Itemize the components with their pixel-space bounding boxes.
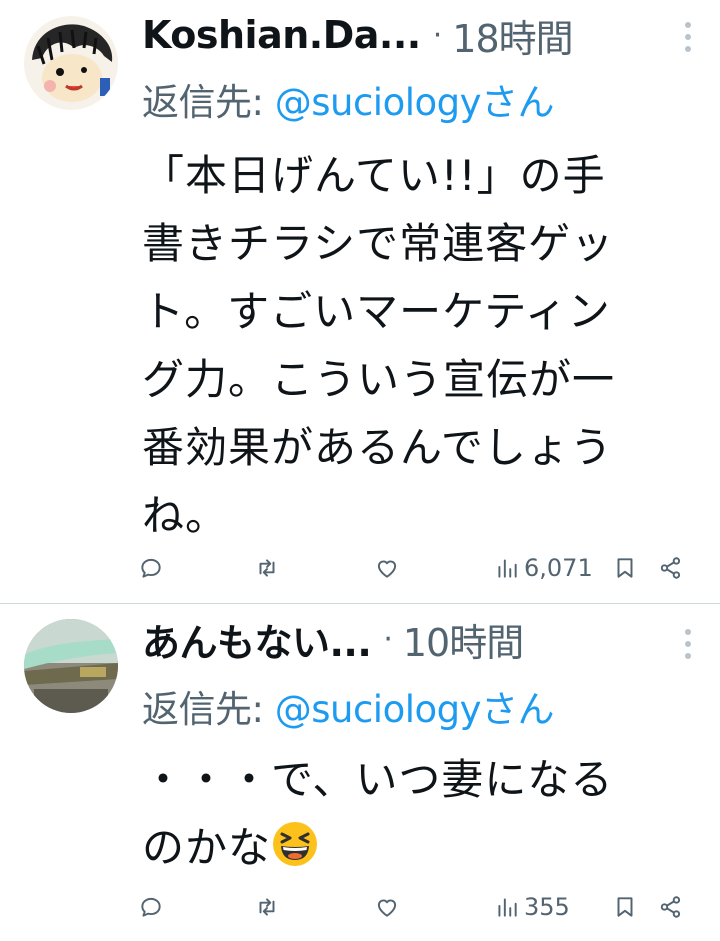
reply-handle-link[interactable]: @suciologyさん xyxy=(275,81,555,124)
retweet-button[interactable] xyxy=(254,887,280,927)
bookmark-icon xyxy=(617,897,633,917)
reply-prefix: 返信先: xyxy=(142,81,275,124)
tweet[interactable]: Koshian.Da... · 18時間 返信先: @suciologyさん 「… xyxy=(0,0,720,604)
action-bar: 355 xyxy=(136,887,696,927)
text-line: ね。 xyxy=(142,491,229,540)
share-button[interactable] xyxy=(658,548,684,588)
tweet-header: あんもない... · 10時間 xyxy=(142,616,720,665)
like-button[interactable] xyxy=(374,548,400,588)
share-button[interactable] xyxy=(658,887,684,927)
tweet-text: 「本日げんてい!!」の手 書きチラシで常連客ゲッ ト。すごいマーケティン グ力。… xyxy=(142,142,682,550)
text-line: 番効果があるんでしょう xyxy=(142,423,613,472)
text-line-content: のかな xyxy=(142,823,272,872)
views-icon xyxy=(498,898,517,917)
retweet-icon xyxy=(259,898,275,916)
more-icon[interactable] xyxy=(684,22,692,52)
timestamp[interactable]: 18時間 xyxy=(452,8,573,63)
like-icon xyxy=(377,899,397,917)
retweet-icon xyxy=(259,559,275,577)
views-button[interactable]: 355 xyxy=(494,887,570,927)
avatar-image xyxy=(24,16,118,110)
retweet-button[interactable] xyxy=(254,548,280,588)
bookmark-icon xyxy=(617,558,633,578)
views-button[interactable]: 6,071 xyxy=(494,548,593,588)
views-icon xyxy=(498,559,517,578)
action-bar: 6,071 xyxy=(136,548,696,588)
separator-dot: · xyxy=(432,17,443,53)
reply-button[interactable] xyxy=(138,887,164,927)
bookmark-button[interactable] xyxy=(612,548,638,588)
reply-context: 返信先: @suciologyさん xyxy=(142,72,555,124)
text-line: のかな xyxy=(142,814,682,882)
tweet[interactable]: あんもない... · 10時間 返信先: @suciologyさん ・・・で、い… xyxy=(0,604,720,941)
grinning-squinting-face-icon xyxy=(273,822,318,866)
reply-button[interactable] xyxy=(138,548,164,588)
share-icon xyxy=(660,557,681,579)
avatar[interactable] xyxy=(24,16,118,110)
tweet-text: ・・・で、いつ妻になる のかな xyxy=(142,746,682,882)
like-icon xyxy=(377,560,397,578)
bookmark-button[interactable] xyxy=(612,887,638,927)
reply-icon xyxy=(141,558,161,578)
text-line: 「本日げんてい!!」の手 xyxy=(142,151,606,200)
reply-icon xyxy=(141,897,161,917)
reply-context: 返信先: @suciologyさん xyxy=(142,679,555,731)
timestamp[interactable]: 10時間 xyxy=(403,612,524,667)
text-line: ・・・で、いつ妻になる xyxy=(142,755,614,804)
tweet-header: Koshian.Da... · 18時間 xyxy=(142,12,720,61)
more-icon[interactable] xyxy=(684,629,692,659)
author-name[interactable]: あんもない... xyxy=(142,612,372,667)
avatar[interactable] xyxy=(24,619,118,713)
reply-prefix: 返信先: xyxy=(142,688,275,731)
author-name[interactable]: Koshian.Da... xyxy=(142,13,421,57)
separator-dot: · xyxy=(383,621,393,657)
text-line: ト。すごいマーケティン xyxy=(142,287,611,336)
reply-handle-link[interactable]: @suciologyさん xyxy=(275,688,555,731)
share-icon xyxy=(660,896,681,918)
views-count: 355 xyxy=(524,893,570,921)
views-count: 6,071 xyxy=(524,554,593,582)
avatar-image xyxy=(24,619,118,713)
text-line: グ力。こういう宣伝が一 xyxy=(142,355,616,404)
like-button[interactable] xyxy=(374,887,400,927)
text-line: 書きチラシで常連客ゲッ xyxy=(142,219,615,268)
